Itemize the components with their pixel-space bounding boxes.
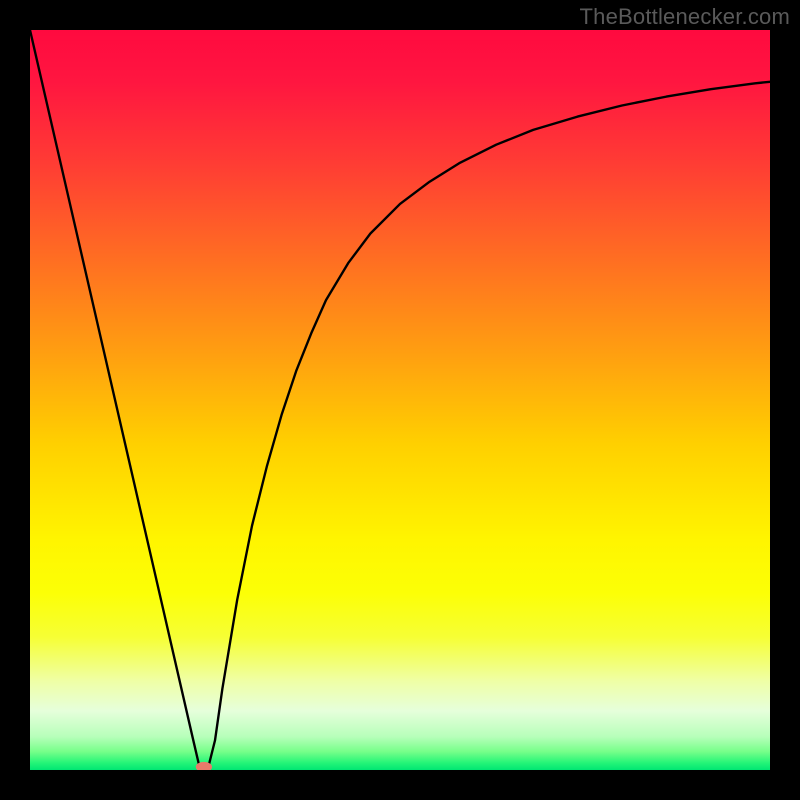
watermark-label: TheBottlenecker.com xyxy=(580,4,790,30)
gradient-background xyxy=(30,30,770,770)
plot-area xyxy=(30,30,770,770)
chart-container: TheBottlenecker.com xyxy=(0,0,800,800)
chart-svg xyxy=(30,30,770,770)
